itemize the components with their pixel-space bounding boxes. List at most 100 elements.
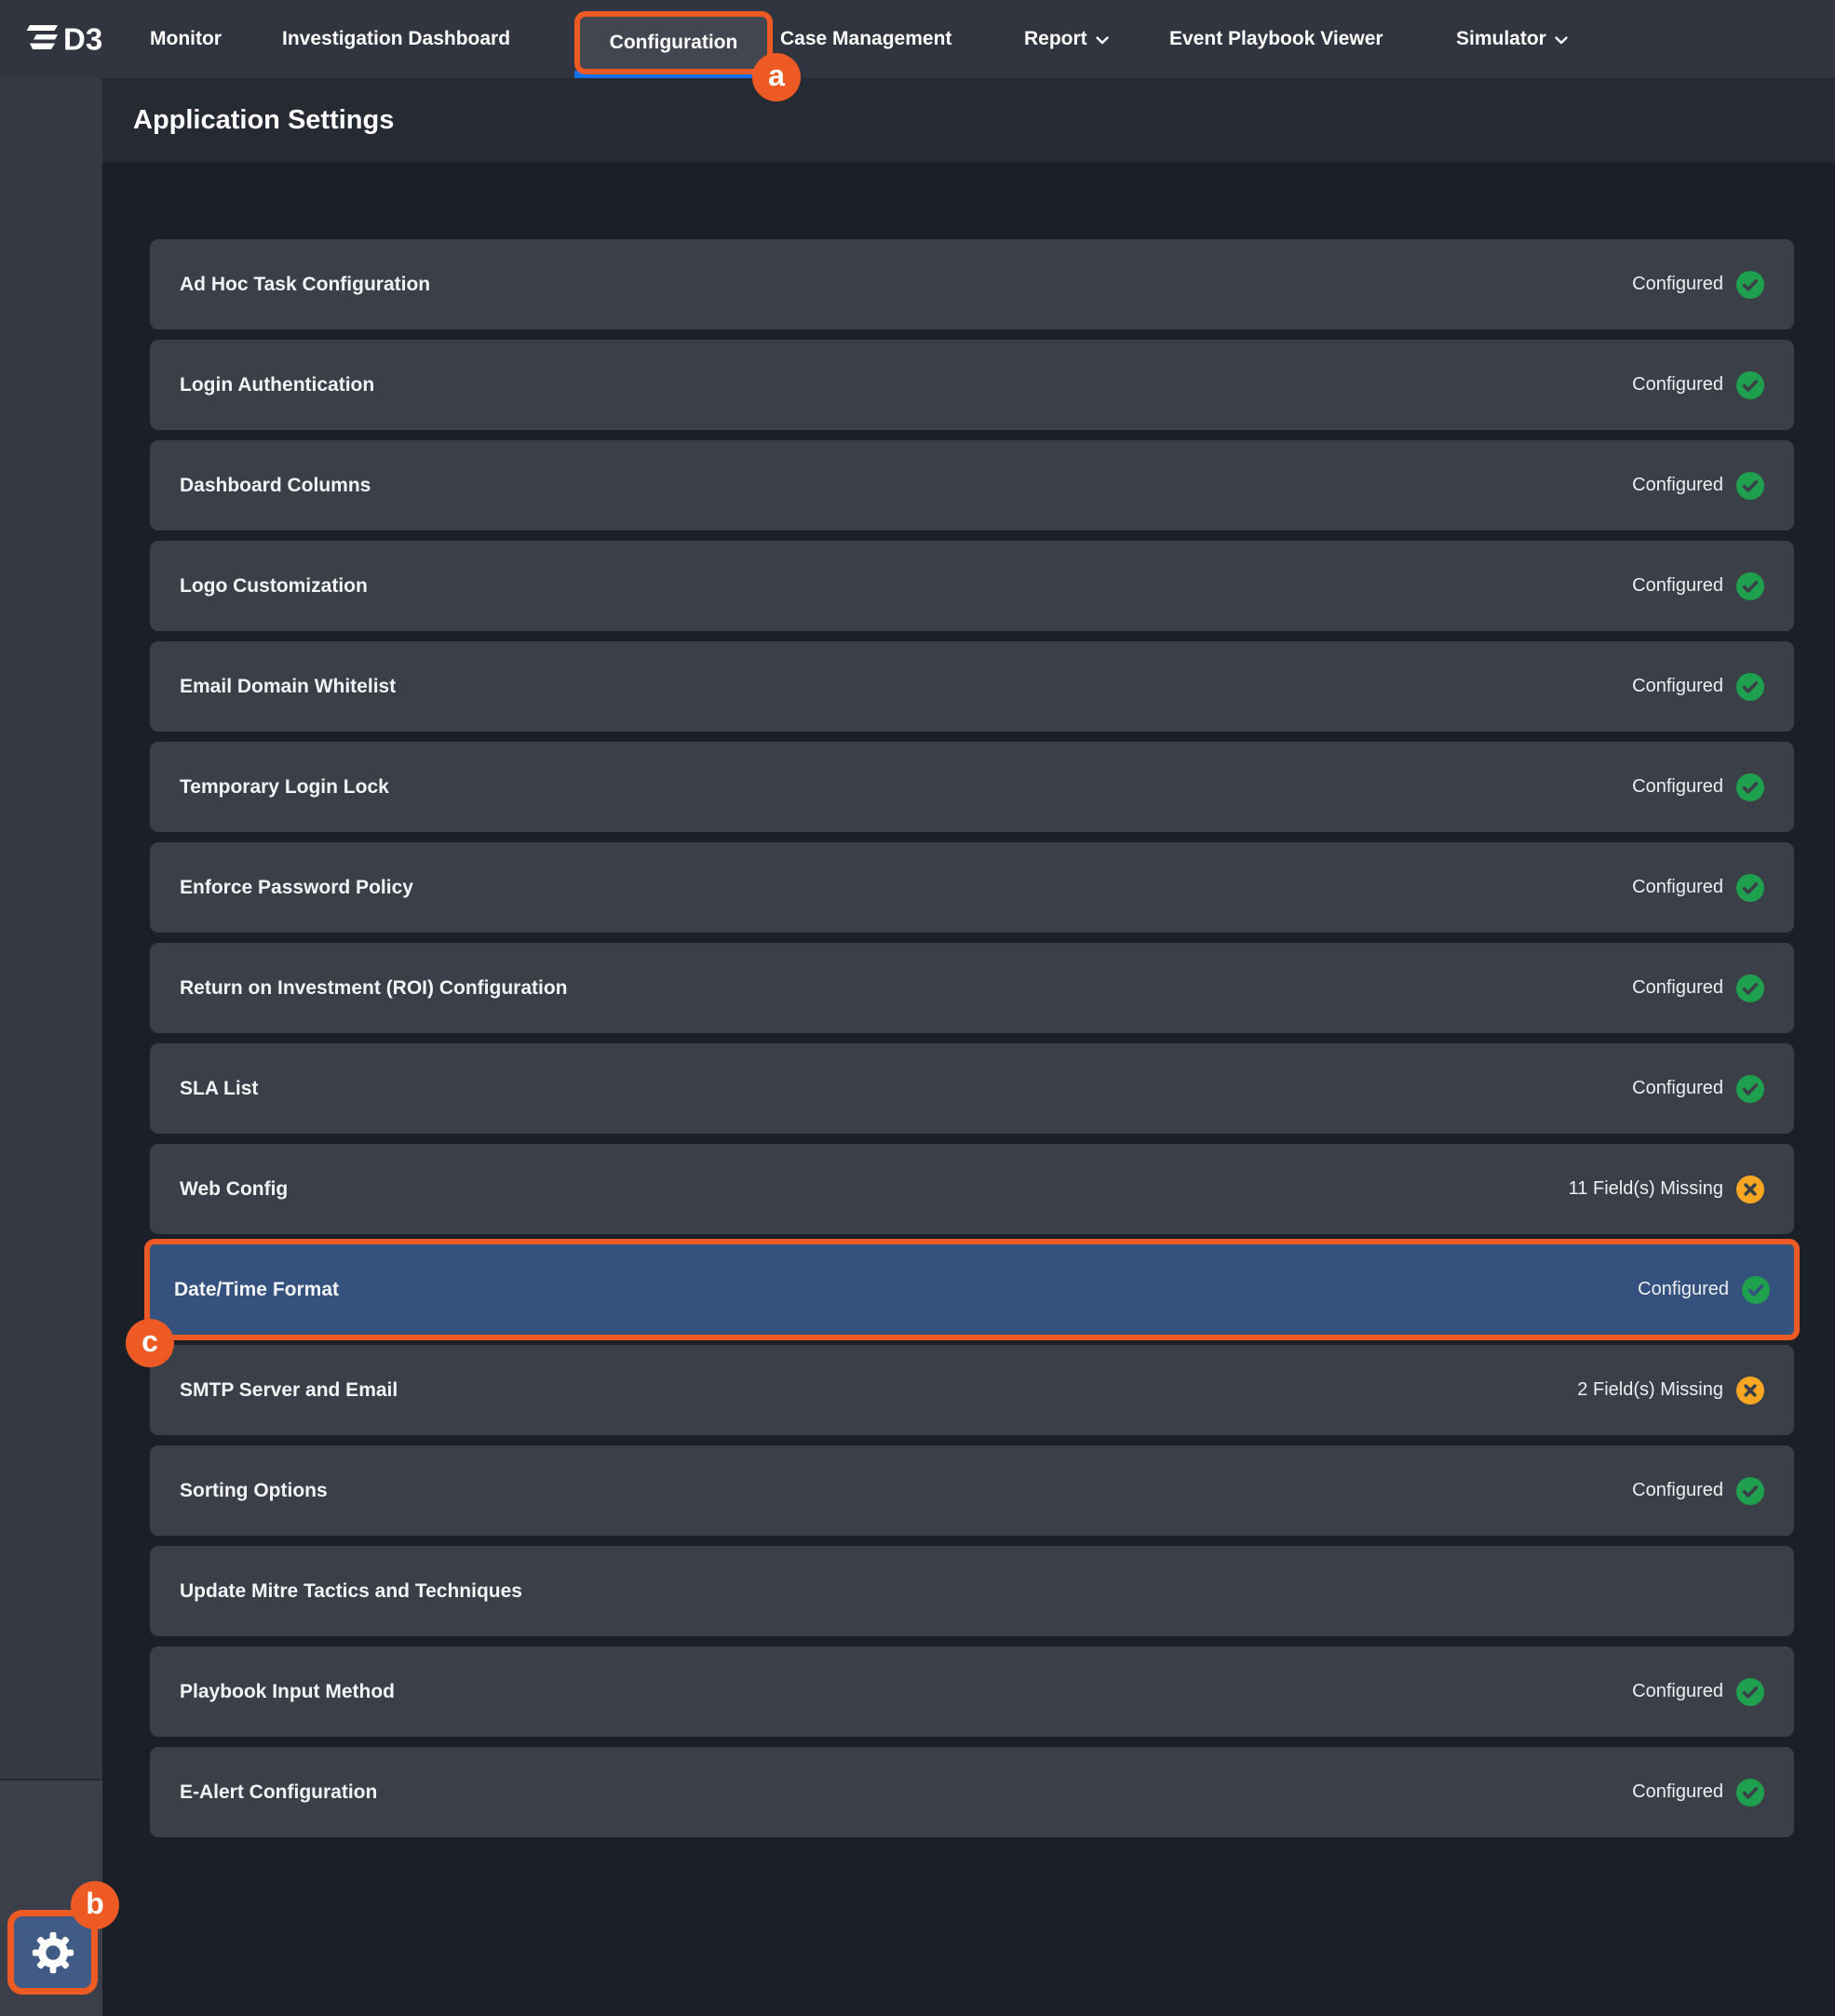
status-text: 2 Field(s) Missing <box>1577 1379 1723 1401</box>
setting-status: Configured <box>1632 1075 1764 1103</box>
setting-title: Playbook Input Method <box>180 1681 395 1703</box>
setting-title: SLA List <box>180 1078 258 1100</box>
settings-row-login-authentication[interactable]: Login Authentication Configured <box>150 340 1794 430</box>
settings-row-date-time-format[interactable]: Date/Time Format Configured <box>144 1239 1800 1340</box>
setting-title: Sorting Options <box>180 1480 328 1502</box>
setting-status: Configured <box>1632 472 1764 500</box>
settings-row-logo-customization[interactable]: Logo Customization Configured <box>150 541 1794 631</box>
settings-row-dashboard-columns[interactable]: Dashboard Columns Configured <box>150 440 1794 531</box>
fields-missing-icon <box>1736 1176 1764 1203</box>
setting-status: Configured <box>1632 773 1764 801</box>
settings-row-list: Ad Hoc Task Configuration Configured Log… <box>0 0 1835 2016</box>
setting-title: Login Authentication <box>180 374 374 396</box>
app-root: D3 Monitor Investigation Dashboard Confi… <box>0 0 1835 2016</box>
setting-title: Ad Hoc Task Configuration <box>180 274 430 296</box>
settings-row-enforce-password-policy[interactable]: Enforce Password Policy Configured <box>150 842 1794 933</box>
configured-check-icon <box>1736 1477 1764 1505</box>
configured-check-icon <box>1736 1477 1764 1505</box>
settings-row-sla-list[interactable]: SLA List Configured <box>150 1043 1794 1134</box>
setting-status: 11 Field(s) Missing <box>1569 1176 1764 1203</box>
configured-check-icon <box>1736 1075 1764 1103</box>
nav-item-simulator[interactable]: Simulator <box>1456 0 1568 78</box>
svg-text:D3: D3 <box>63 22 102 57</box>
top-nav-bar: D3 Monitor Investigation Dashboard Confi… <box>0 0 1835 78</box>
nav-item-label: Report <box>1024 28 1087 50</box>
configured-check-icon <box>1742 1276 1770 1304</box>
configured-check-icon <box>1736 874 1764 902</box>
setting-status: Configured <box>1632 1477 1764 1505</box>
nav-item-report[interactable]: Report <box>1024 0 1109 78</box>
fields-missing-icon <box>1736 1377 1764 1404</box>
fields-missing-icon <box>1736 1377 1764 1404</box>
configured-check-icon <box>1736 673 1764 701</box>
d3-logo-icon: D3 <box>24 19 127 60</box>
nav-item-configuration[interactable]: Configuration <box>574 11 773 74</box>
chevron-down-icon <box>1555 36 1568 45</box>
setting-title: Email Domain Whitelist <box>180 676 396 698</box>
setting-title: E-Alert Configuration <box>180 1781 377 1804</box>
setting-title: Temporary Login Lock <box>180 776 389 799</box>
nav-item-case-management[interactable]: Case Management <box>780 0 951 78</box>
status-text: Configured <box>1632 676 1723 697</box>
configured-check-icon <box>1736 371 1764 399</box>
page-header: Application Settings <box>102 78 1835 162</box>
status-text: Configured <box>1632 877 1723 898</box>
page-title: Application Settings <box>133 78 394 162</box>
settings-row-playbook-input-method[interactable]: Playbook Input Method Configured <box>150 1646 1794 1737</box>
configured-check-icon <box>1742 1276 1770 1304</box>
setting-status: Configured <box>1632 673 1764 701</box>
status-text: Configured <box>1632 1681 1723 1702</box>
status-text: Configured <box>1632 475 1723 496</box>
settings-row-smtp-server-and-email[interactable]: SMTP Server and Email 2 Field(s) Missing <box>150 1345 1794 1435</box>
configured-check-icon <box>1736 673 1764 701</box>
settings-row-sorting-options[interactable]: Sorting Options Configured <box>150 1445 1794 1536</box>
setting-title: Enforce Password Policy <box>180 877 413 899</box>
nav-item-label: Simulator <box>1456 28 1546 50</box>
settings-row-e-alert-configuration[interactable]: E-Alert Configuration Configured <box>150 1747 1794 1837</box>
setting-status: Configured <box>1632 572 1764 600</box>
status-text: Configured <box>1632 575 1723 597</box>
status-text: Configured <box>1632 977 1723 999</box>
setting-status: Configured <box>1632 271 1764 299</box>
nav-item-event-playbook-viewer[interactable]: Event Playbook Viewer <box>1169 0 1383 78</box>
configured-check-icon <box>1736 472 1764 500</box>
settings-row-return-on-investment-roi-configuration[interactable]: Return on Investment (ROI) Configuration… <box>150 943 1794 1033</box>
settings-row-web-config[interactable]: Web Config 11 Field(s) Missing <box>150 1144 1794 1234</box>
settings-row-ad-hoc-task-configuration[interactable]: Ad Hoc Task Configuration Configured <box>150 239 1794 329</box>
nav-item-label: Monitor <box>150 28 222 50</box>
setting-status: Configured <box>1632 371 1764 399</box>
chevron-down-icon <box>1096 36 1109 45</box>
configured-check-icon <box>1736 1779 1764 1807</box>
status-text: Configured <box>1632 1781 1723 1803</box>
nav-item-monitor[interactable]: Monitor <box>150 0 222 78</box>
setting-status: Configured <box>1632 1678 1764 1706</box>
configured-check-icon <box>1736 1678 1764 1706</box>
nav-item-label: Investigation Dashboard <box>282 28 510 50</box>
setting-title: Date/Time Format <box>174 1279 339 1301</box>
configured-check-icon <box>1736 773 1764 801</box>
configured-check-icon <box>1736 1075 1764 1103</box>
status-text: Configured <box>1638 1279 1729 1300</box>
setting-title: Web Config <box>180 1178 288 1201</box>
d3-logo[interactable]: D3 <box>24 19 127 60</box>
configured-check-icon <box>1736 572 1764 600</box>
nav-item-label: Event Playbook Viewer <box>1169 28 1383 50</box>
configured-check-icon <box>1736 271 1764 299</box>
annotation-badge-a: a <box>752 53 801 101</box>
setting-status: Configured <box>1632 1779 1764 1807</box>
nav-item-label: Configuration <box>610 32 738 54</box>
nav-item-label: Case Management <box>780 28 951 50</box>
settings-row-temporary-login-lock[interactable]: Temporary Login Lock Configured <box>150 742 1794 832</box>
nav-item-investigation-dashboard[interactable]: Investigation Dashboard <box>282 0 510 78</box>
configured-check-icon <box>1736 271 1764 299</box>
fields-missing-icon <box>1736 1176 1764 1203</box>
configured-check-icon <box>1736 1678 1764 1706</box>
sidebar <box>0 78 102 2016</box>
annotation-badge-c: c <box>126 1319 174 1367</box>
setting-status: 2 Field(s) Missing <box>1577 1377 1764 1404</box>
setting-status: Configured <box>1632 974 1764 1002</box>
settings-row-update-mitre-tactics-and-techniques[interactable]: Update Mitre Tactics and Techniques <box>150 1546 1794 1636</box>
status-text: Configured <box>1632 1480 1723 1501</box>
settings-row-email-domain-whitelist[interactable]: Email Domain Whitelist Configured <box>150 641 1794 732</box>
status-text: 11 Field(s) Missing <box>1569 1178 1723 1200</box>
